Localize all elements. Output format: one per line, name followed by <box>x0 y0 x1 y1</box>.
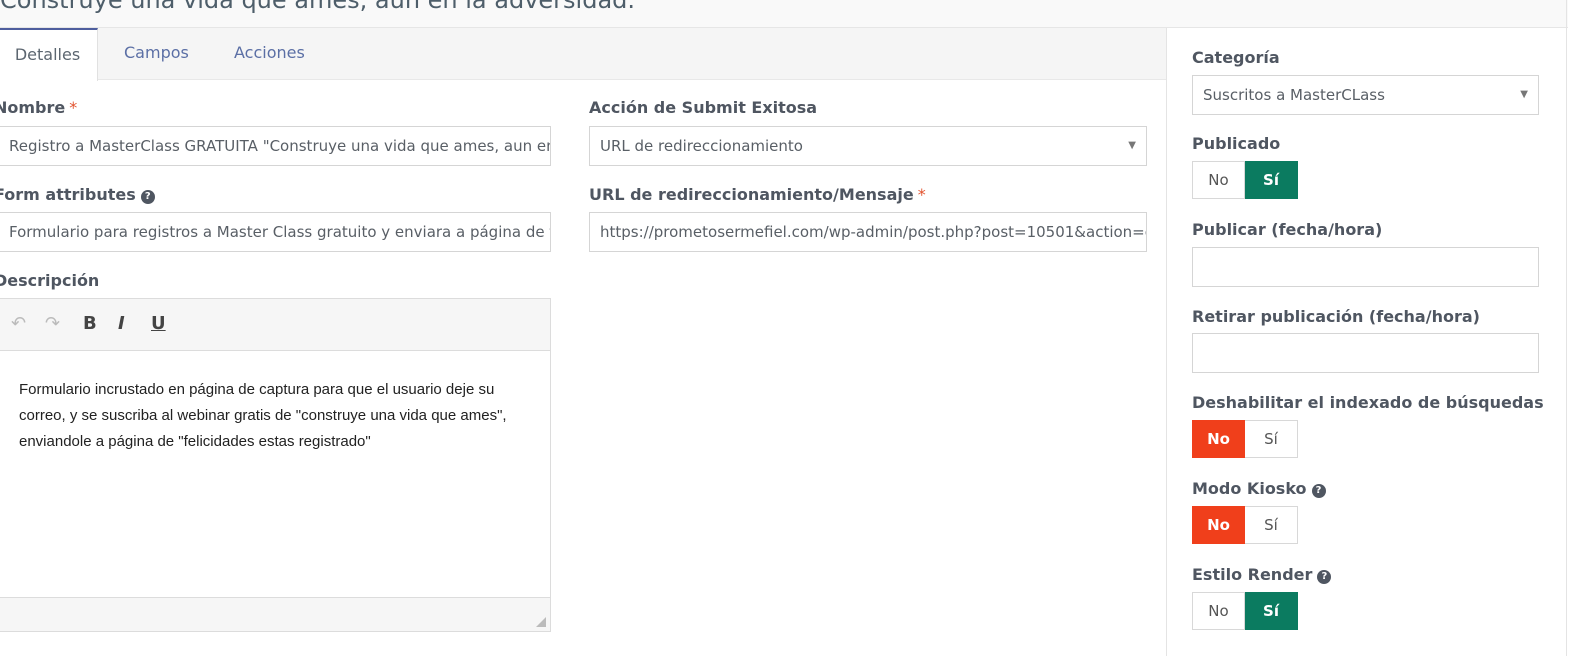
form-attributes-input[interactable]: Formulario para registros a Master Class… <box>0 212 551 252</box>
tab-campos[interactable]: Campos <box>124 28 189 80</box>
redo-icon[interactable]: ↷ <box>45 313 60 334</box>
accion-select[interactable]: URL de redireccionamiento ▼ <box>589 126 1147 166</box>
tab-detalles[interactable]: Detalles <box>0 28 98 81</box>
url-label: URL de redireccionamiento/Mensaje * <box>589 185 926 204</box>
page-title: Construye una vida que ames, aun en la a… <box>0 0 1568 28</box>
estilo-render-toggle[interactable]: No Sí <box>1192 592 1298 630</box>
help-icon[interactable]: ? <box>140 190 155 204</box>
modo-kiosko-label: Modo Kiosko? <box>1192 479 1326 498</box>
estilo-no-option[interactable]: No <box>1192 592 1245 630</box>
modo-kiosko-toggle[interactable]: No Sí <box>1192 506 1298 544</box>
deshabilitar-indexado-toggle[interactable]: No Sí <box>1192 420 1298 458</box>
retirar-fecha-input[interactable] <box>1192 333 1539 373</box>
resize-handle-icon[interactable] <box>536 617 546 627</box>
publicado-label: Publicado <box>1192 134 1281 153</box>
descripcion-label: Descripción <box>0 271 100 290</box>
categoria-label: Categoría <box>1192 48 1280 67</box>
tab-acciones[interactable]: Acciones <box>234 28 305 80</box>
publicar-fecha-input[interactable] <box>1192 247 1539 287</box>
form-attributes-label: Form attributes? <box>0 185 155 204</box>
estilo-si-option[interactable]: Sí <box>1245 592 1298 630</box>
publicado-no-option[interactable]: No <box>1192 161 1245 199</box>
editor-toolbar: ↶ ↷ B I U <box>0 299 550 351</box>
estilo-render-label: Estilo Render? <box>1192 565 1332 584</box>
underline-button[interactable]: U <box>151 313 166 334</box>
required-mark: * <box>69 98 78 117</box>
undo-icon[interactable]: ↶ <box>11 313 26 334</box>
accion-label: Acción de Submit Exitosa <box>589 98 818 117</box>
bold-button[interactable]: B <box>83 313 97 334</box>
editor-statusbar <box>0 597 550 631</box>
editor-content[interactable]: Formulario incrustado en página de captu… <box>19 377 529 455</box>
publicar-fecha-label: Publicar (fecha/hora) <box>1192 220 1383 239</box>
retirar-fecha-label: Retirar publicación (fecha/hora) <box>1192 307 1480 326</box>
help-icon[interactable]: ? <box>1317 570 1332 584</box>
italic-button[interactable]: I <box>118 313 125 334</box>
deshabilitar-no-option[interactable]: No <box>1192 420 1245 458</box>
scrollbar-track[interactable] <box>1566 0 1567 656</box>
chevron-down-icon: ▼ <box>1128 140 1136 151</box>
descripcion-editor[interactable]: ↶ ↷ B I U Formulario incrustado en págin… <box>0 298 551 632</box>
required-mark: * <box>917 185 926 204</box>
publicado-toggle[interactable]: No Sí <box>1192 161 1298 199</box>
help-icon[interactable]: ? <box>1311 484 1326 498</box>
kiosko-no-option[interactable]: No <box>1192 506 1245 544</box>
deshabilitar-si-option[interactable]: Sí <box>1245 420 1298 458</box>
chevron-down-icon: ▼ <box>1520 89 1528 100</box>
categoria-select[interactable]: Suscritos a MasterCLass ▼ <box>1192 75 1539 115</box>
nombre-label: Nombre * <box>0 98 78 117</box>
url-input[interactable]: https://prometosermefiel.com/wp-admin/po… <box>589 212 1147 252</box>
deshabilitar-indexado-label: Deshabilitar el indexado de búsquedas <box>1192 393 1544 412</box>
publicado-si-option[interactable]: Sí <box>1245 161 1298 199</box>
kiosko-si-option[interactable]: Sí <box>1245 506 1298 544</box>
nombre-input[interactable]: Registro a MasterClass GRATUITA "Constru… <box>0 126 551 166</box>
tab-bar: Detalles Campos Acciones <box>0 28 1166 81</box>
